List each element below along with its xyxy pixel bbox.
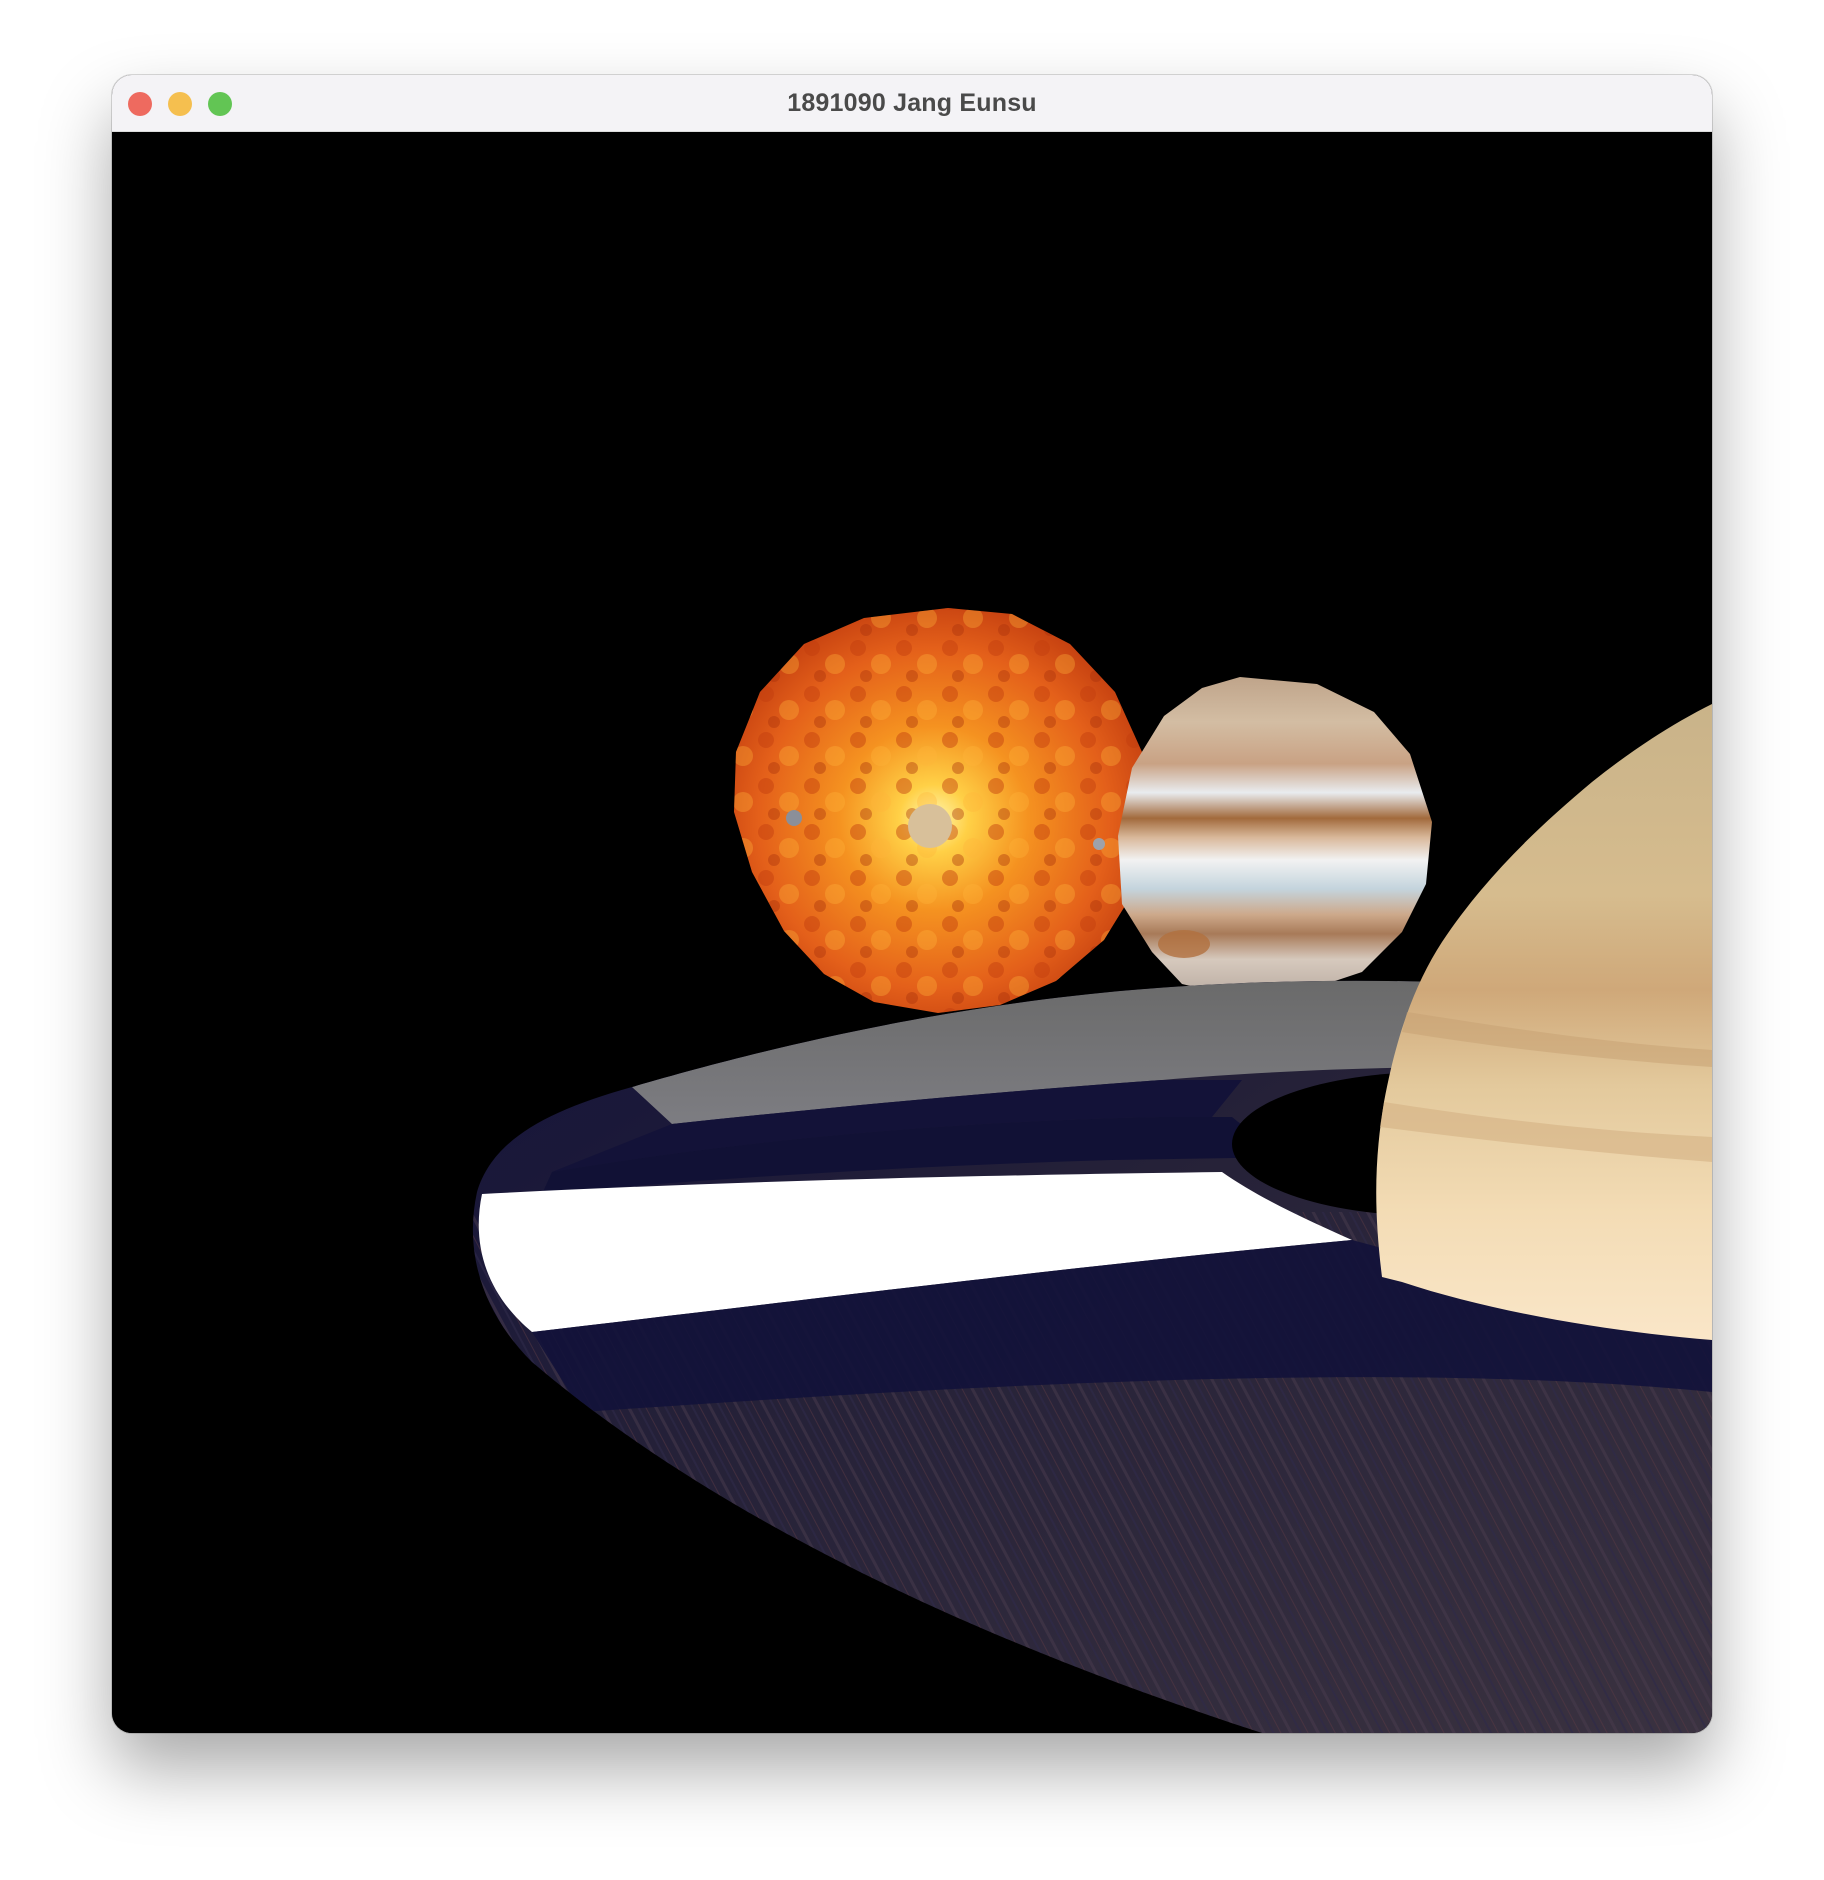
window-title: 1891090 Jang Eunsu [787,89,1037,117]
jupiter [1118,677,1432,998]
saturn [1376,704,1712,1340]
scene-canvas [472,608,1712,1733]
sun [734,608,1150,1013]
moon-small-2 [1093,838,1105,850]
moon [908,804,952,848]
app-window: 1891090 Jang Eunsu [112,75,1712,1733]
title-bar[interactable]: 1891090 Jang Eunsu [112,75,1712,132]
moon-small [786,810,802,826]
opengl-viewport[interactable] [112,132,1712,1733]
